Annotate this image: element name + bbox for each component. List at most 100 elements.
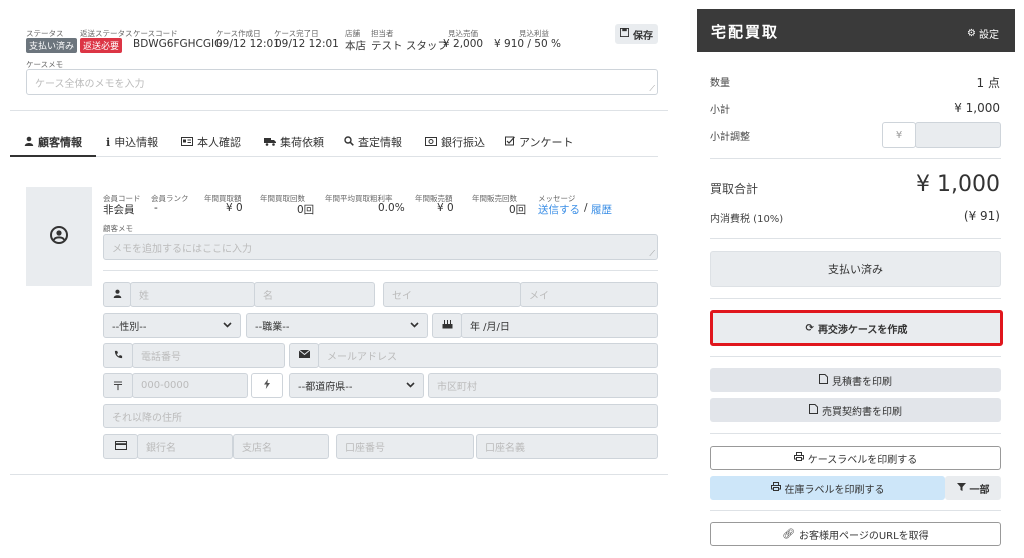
birthday-field[interactable]: 年 /月/日: [461, 313, 658, 338]
branch-name-field[interactable]: 支店名: [233, 434, 329, 459]
phone-icon-addon: [103, 343, 133, 368]
refresh-icon: ⟳: [805, 322, 814, 334]
address-field[interactable]: それ以降の住所: [103, 404, 658, 428]
settings-link[interactable]: ⚙ 設定: [967, 26, 999, 41]
annual-purchase-count: 0回: [297, 204, 315, 216]
postal-lookup-button[interactable]: [251, 373, 283, 398]
account-number-field[interactable]: 口座番号: [336, 434, 474, 459]
postal-code-field[interactable]: 000-0000: [132, 373, 248, 398]
purchase-total-label: 買取合計: [710, 182, 759, 196]
active-tab-indicator: [10, 155, 96, 157]
gear-icon: ⚙: [967, 28, 976, 39]
case-memo-input[interactable]: ケース全体のメモを入力 ⟋: [26, 69, 658, 95]
search-icon: [344, 135, 354, 149]
postal-mark-icon: 〒: [111, 379, 124, 393]
print-case-label-button[interactable]: ケースラベルを印刷する: [710, 446, 1001, 470]
user-circle-icon: [50, 225, 68, 248]
email-icon-addon: [289, 343, 319, 368]
link-icon: 🔗︎: [782, 528, 796, 540]
lightning-icon: [264, 379, 270, 392]
estimated-sales: ¥ 2,000: [443, 38, 484, 50]
tab-survey[interactable]: アンケート: [505, 134, 574, 150]
member-code: 非会員: [103, 204, 135, 216]
create-renegotiation-case-button[interactable]: ⟳ 再交渉ケースを作成: [710, 310, 1003, 346]
gender-select[interactable]: --性別--: [103, 313, 241, 338]
annual-sales-count: 0回: [509, 204, 527, 216]
money-icon: [425, 136, 437, 149]
truck-icon: [264, 136, 276, 149]
annual-purchase-amount: ¥ 0: [226, 202, 243, 214]
last-name-kana-field[interactable]: セイ: [383, 282, 521, 307]
filter-icon: [956, 482, 966, 494]
info-icon: i: [106, 135, 111, 149]
annual-sales-amount: ¥ 0: [437, 202, 454, 214]
bank-icon-addon: [103, 434, 138, 459]
user-icon: [24, 136, 34, 149]
return-status-badge: 返送必要: [80, 38, 123, 53]
store-value: 本店: [345, 40, 366, 52]
customer-memo-input[interactable]: メモを追加するにはここに入力 ⟋: [103, 234, 658, 260]
completed-date: 09/12 12:01: [275, 38, 339, 50]
chevron-down-icon: [410, 320, 419, 331]
partial-filter-button[interactable]: 一部: [945, 476, 1001, 500]
estimated-profit: ¥ 910 / 50 %: [494, 38, 561, 50]
customer-memo-label: 顧客メモ: [103, 224, 133, 233]
tab-customer-info[interactable]: 顧客情報: [24, 134, 82, 150]
chevron-down-icon: [223, 320, 232, 331]
printer-icon: [793, 452, 804, 464]
member-rank: -: [154, 202, 158, 214]
phone-field[interactable]: 電話番号: [132, 343, 285, 368]
link-separator: /: [584, 202, 588, 214]
checkbox-icon: [505, 136, 515, 149]
send-message-link[interactable]: 送信する: [538, 202, 580, 217]
phone-icon: [114, 350, 123, 362]
pdf-icon: [819, 373, 828, 387]
floppy-icon: [620, 28, 629, 40]
save-button[interactable]: 保存: [615, 24, 658, 44]
first-name-kana-field[interactable]: メイ: [520, 282, 658, 307]
consumption-tax-label: 内消費税 (10%): [710, 214, 784, 225]
tab-bank-transfer[interactable]: 銀行振込: [425, 134, 485, 150]
subtotal-adjust-input[interactable]: [915, 122, 1001, 148]
last-name-field[interactable]: 姓: [130, 282, 255, 307]
first-name-field[interactable]: 名: [254, 282, 375, 307]
occupation-select[interactable]: --職業--: [246, 313, 428, 338]
subtotal-label: 小計: [710, 105, 730, 116]
case-code: BDWG6FGHCGIG: [133, 38, 223, 50]
print-stock-label-button[interactable]: 在庫ラベルを印刷する: [710, 476, 945, 500]
id-card-icon: [181, 136, 193, 149]
pdf-icon: [809, 403, 818, 417]
status-badge: 支払い済み: [26, 38, 78, 53]
account-holder-field[interactable]: 口座名義: [476, 434, 658, 459]
resize-handle-icon: ⟋: [649, 249, 655, 258]
cake-icon: [442, 319, 453, 332]
tab-pickup-request[interactable]: 集荷依頼: [264, 134, 324, 150]
annual-margin: 0.0%: [378, 202, 405, 214]
panel-title: 宅配買取: [711, 23, 780, 41]
avatar: [26, 187, 92, 286]
tab-application-info[interactable]: i 申込情報: [106, 134, 158, 150]
birthday-icon-addon: [432, 313, 462, 338]
print-contract-button[interactable]: 売買契約書を印刷: [710, 398, 1001, 422]
person-icon-addon: [103, 282, 131, 307]
consumption-tax-value: (¥ 91): [963, 209, 1000, 223]
print-estimate-button[interactable]: 見積書を印刷: [710, 368, 1001, 392]
city-field[interactable]: 市区町村: [428, 373, 658, 398]
postal-icon-addon: 〒: [103, 373, 133, 398]
credit-card-icon: [114, 440, 127, 453]
bank-name-field[interactable]: 銀行名: [137, 434, 233, 459]
history-link[interactable]: 履歴: [591, 202, 612, 217]
resize-handle-icon: ⟋: [649, 84, 655, 93]
tab-appraisal-info[interactable]: 査定情報: [344, 134, 402, 150]
envelope-icon: [298, 349, 310, 361]
get-customer-url-button[interactable]: 🔗︎ お客様用ページのURLを取得: [710, 522, 1001, 546]
prefecture-select[interactable]: --都道府県--: [289, 373, 424, 398]
subtotal-value: ¥ 1,000: [954, 101, 1000, 115]
email-field[interactable]: メールアドレス: [318, 343, 658, 368]
tab-identity-check[interactable]: 本人確認: [181, 134, 241, 150]
chevron-down-icon: [406, 380, 415, 391]
purchase-total-value: ¥ 1,000: [916, 172, 1000, 197]
paid-status-button[interactable]: 支払い済み: [710, 251, 1001, 287]
printer-icon: [770, 482, 781, 494]
staff-value: テスト スタッフ: [371, 40, 448, 52]
